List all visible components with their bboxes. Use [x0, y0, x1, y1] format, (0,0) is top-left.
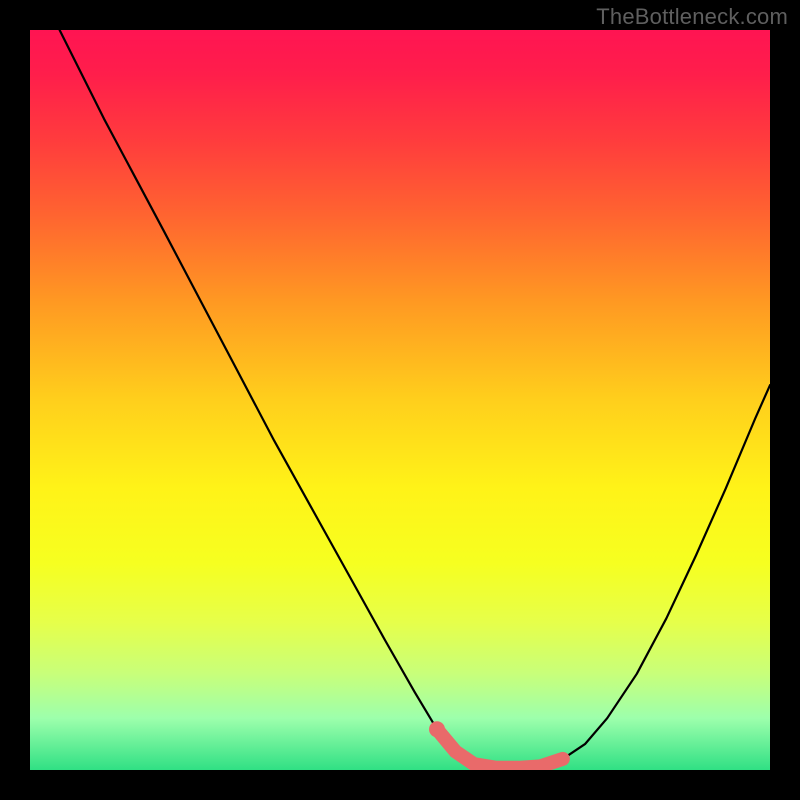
curve-layer-svg — [30, 30, 770, 770]
bottleneck-curve — [60, 30, 770, 768]
optimal-range-marker — [437, 729, 563, 768]
plot-area — [30, 30, 770, 770]
watermark-text: TheBottleneck.com — [596, 4, 788, 30]
chart-container: TheBottleneck.com — [0, 0, 800, 800]
optimal-start-dot — [429, 721, 445, 737]
